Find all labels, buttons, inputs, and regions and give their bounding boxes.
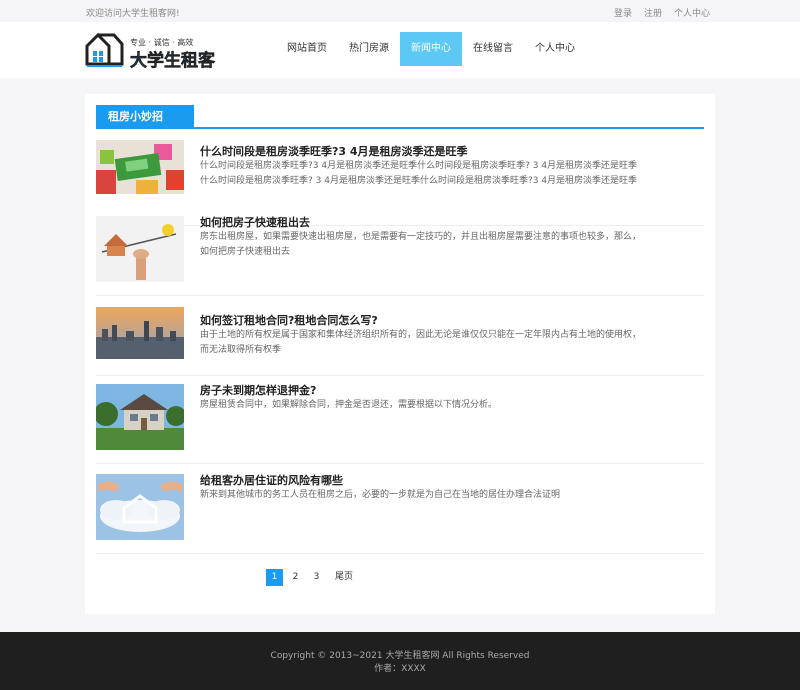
article-title[interactable]: 如何签订租地合同?租地合同怎么写?: [200, 312, 378, 328]
hands-house-image: [96, 474, 184, 540]
article-title[interactable]: 房子未到期怎样退押金?: [200, 382, 316, 398]
article-desc: 房东出租房屋，如果需要快速出租房屋，也是需要有一定技巧的，并且出租房屋需要注意的…: [200, 232, 642, 257]
article-thumbnail[interactable]: [96, 140, 184, 194]
welcome-text: 欢迎访问大学生租客网!: [86, 9, 180, 19]
nav-user-center[interactable]: 个人中心: [524, 32, 586, 66]
article-thumbnail[interactable]: [96, 216, 184, 282]
top-bar: 欢迎访问大学生租客网! 登录 注册 个人中心: [0, 0, 800, 22]
house-logo-icon: 专业 · 诚信 · 高效 大学生租客: [85, 32, 216, 71]
register-link[interactable]: 注册: [644, 6, 662, 19]
last-page-button[interactable]: 尾页: [329, 569, 359, 586]
section-title: 租房小妙招: [96, 105, 194, 129]
site-footer: Copyright © 2013~2021 大学生租客网 All Rights …: [0, 632, 800, 690]
login-link[interactable]: 登录: [614, 6, 632, 19]
article-thumbnail[interactable]: [96, 384, 184, 450]
article-desc: 什么时间段是租房淡季旺季?3 4月是租房淡季还是旺季什么时间段是租房淡季旺季? …: [200, 161, 638, 186]
page-3-button[interactable]: 3: [308, 569, 325, 586]
user-center-link[interactable]: 个人中心: [674, 6, 710, 19]
article-title[interactable]: 给租客办居住证的风险有哪些: [200, 472, 343, 488]
nav-messages[interactable]: 在线留言: [462, 32, 524, 66]
city-skyline-image: [96, 307, 184, 359]
copyright-text: Copyright © 2013~2021 大学生租客网 All Rights …: [270, 651, 530, 661]
article-desc: 新来到其他城市的务工人员在租房之后，必要的一步就是为自己在当地的居住办理合法证明: [200, 490, 561, 500]
house-photo-image: [96, 384, 184, 450]
article-thumbnail[interactable]: [96, 474, 184, 540]
logo-name: 大学生租客: [130, 50, 216, 71]
nav-news-center[interactable]: 新闻中心: [400, 32, 462, 66]
article-desc: 房屋租赁合同中，如果解除合同，押金是否退还，需要根据以下情况分析。: [200, 400, 498, 410]
logo-slogan: 专业 · 诚信 · 高效: [130, 37, 193, 47]
main-panel: 租房小妙招 什么时间段是租房淡季旺季?3 4月是租房淡季还是旺季 什么时间段是租…: [85, 94, 715, 614]
article-item[interactable]: 如何把房子快速租出去 房东出租房屋，如果需要快速出租房屋，也是需要有一定技巧的，…: [96, 206, 704, 296]
article-item[interactable]: 给租客办居住证的风险有哪些 新来到其他城市的务工人员在租房之后，必要的一步就是为…: [96, 464, 704, 554]
article-thumbnail[interactable]: [96, 307, 184, 359]
pagination: 1 2 3 尾页: [266, 569, 359, 586]
article-item[interactable]: 如何签订租地合同?租地合同怎么写? 由于土地的所有权是属于国家和集体经济组织所有…: [96, 296, 704, 376]
house-balance-image: [96, 216, 184, 282]
author-text: 作者：XXXX: [374, 664, 426, 674]
nav-home[interactable]: 网站首页: [276, 32, 338, 66]
section-header: 租房小妙招: [96, 105, 704, 129]
nav-hot-houses[interactable]: 热门房源: [338, 32, 400, 66]
article-title[interactable]: 什么时间段是租房淡季旺季?3 4月是租房淡季还是旺季: [200, 143, 468, 159]
article-item[interactable]: 房子未到期怎样退押金? 房屋租赁合同中，如果解除合同，押金是否退还，需要根据以下…: [96, 376, 704, 464]
page-2-button[interactable]: 2: [287, 569, 304, 586]
top-links: 登录 注册 个人中心: [614, 6, 710, 19]
article-title[interactable]: 如何把房子快速租出去: [200, 214, 310, 230]
site-header: 专业 · 诚信 · 高效 大学生租客 网站首页 热门房源 新闻中心 在线留言 个…: [0, 22, 800, 78]
money-blocks-image: [96, 140, 184, 194]
main-nav: 网站首页 热门房源 新闻中心 在线留言 个人中心: [276, 32, 586, 66]
site-logo[interactable]: 专业 · 诚信 · 高效 大学生租客: [84, 30, 224, 72]
page-1-button[interactable]: 1: [266, 569, 283, 586]
article-desc: 由于土地的所有权是属于国家和集体经济组织所有的，因此无论是谁仅仅只能在一定年限内…: [200, 330, 642, 355]
